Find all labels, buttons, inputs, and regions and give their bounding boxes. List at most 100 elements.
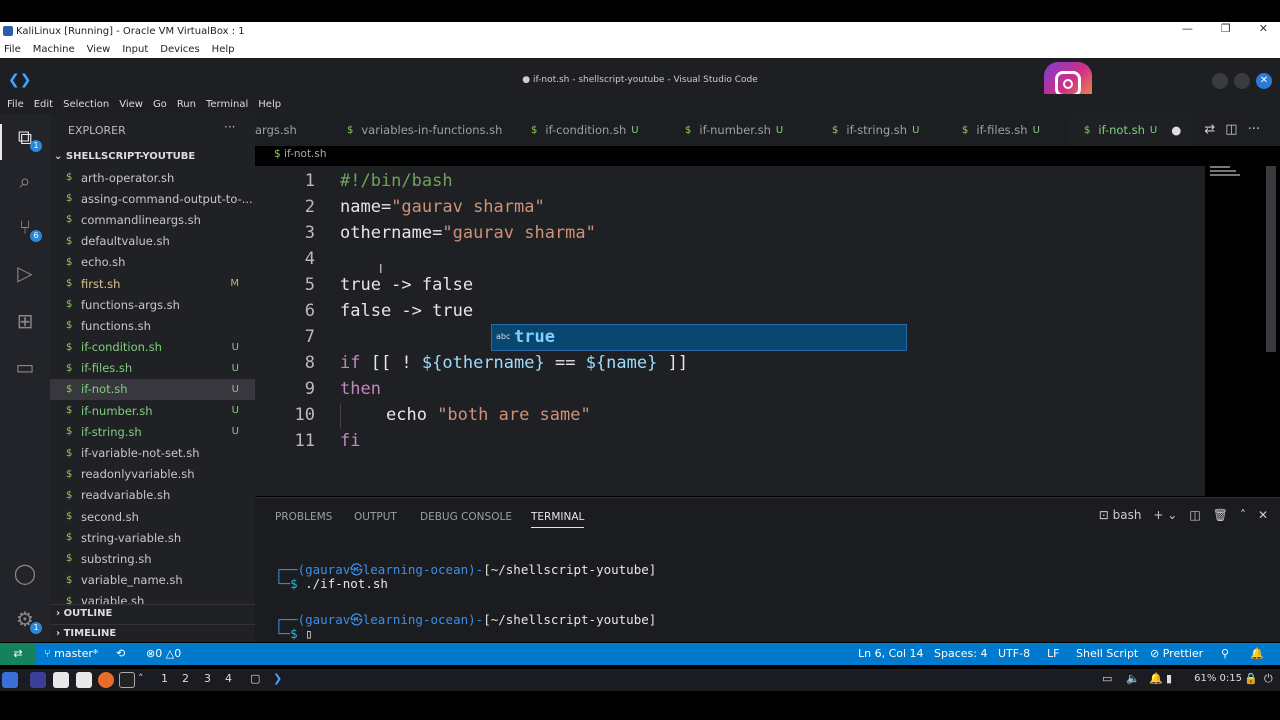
encoding[interactable]: UTF-8 — [998, 647, 1030, 660]
lock-icon[interactable]: 🔒 — [1244, 672, 1258, 685]
file-item[interactable]: $ variable_name.sh — [50, 570, 255, 591]
close-button[interactable]: ✕ — [1259, 22, 1268, 35]
tab-terminal[interactable]: TERMINAL — [531, 511, 585, 528]
extensions-icon[interactable]: ⊞ — [12, 308, 38, 334]
display-icon[interactable]: ▭ — [1102, 672, 1112, 685]
workspace-folder[interactable]: ⌄ SHELLSCRIPT-YOUTUBE — [54, 151, 195, 162]
open-changes-icon[interactable]: ⇄ — [1204, 122, 1215, 137]
language-mode[interactable]: Shell Script — [1076, 647, 1138, 660]
vscode-minimize-button[interactable] — [1212, 73, 1228, 89]
vbox-menu-machine[interactable]: Machine — [33, 44, 75, 55]
file-item[interactable]: $ if-condition.sh U — [50, 337, 255, 358]
account-icon[interactable]: ◯ — [12, 560, 38, 586]
vbox-menu-input[interactable]: Input — [122, 44, 148, 55]
live-share-icon[interactable]: ⚲ — [1221, 647, 1229, 660]
menu-help[interactable]: Help — [258, 99, 281, 110]
notification-icon[interactable]: 🔔 — [1149, 672, 1163, 685]
window-app-icon[interactable]: ▢ — [250, 672, 260, 685]
outline-section[interactable]: › OUTLINE — [50, 604, 255, 622]
menu-view[interactable]: View — [119, 99, 143, 110]
tab-problems[interactable]: PROBLEMS — [275, 511, 332, 523]
timeline-section[interactable]: › TIMELINE — [50, 624, 255, 642]
editor-tab[interactable]: $ if-condition.sh U — [517, 114, 651, 146]
vbox-menu-view[interactable]: View — [87, 44, 111, 55]
remote-indicator-icon[interactable]: ⇄ — [0, 643, 36, 665]
file-item[interactable]: $ substring.sh — [50, 548, 255, 569]
new-terminal-icon[interactable]: + ⌄ — [1153, 508, 1177, 522]
file-item[interactable]: $ first.sh M — [50, 273, 255, 294]
vbox-menu-help[interactable]: Help — [212, 44, 235, 55]
close-panel-icon[interactable]: ✕ — [1258, 508, 1268, 522]
menu-edit[interactable]: Edit — [34, 99, 53, 110]
file-item[interactable]: $ functions-args.sh — [50, 294, 255, 315]
menu-terminal[interactable]: Terminal — [206, 99, 248, 110]
remote-explorer-icon[interactable]: ▭ — [12, 354, 38, 380]
split-terminal-icon[interactable]: ◫ — [1189, 508, 1200, 522]
split-editor-icon[interactable]: ◫ — [1225, 122, 1237, 137]
file-manager-icon[interactable] — [53, 672, 69, 688]
autocomplete-popup[interactable]: abc true — [491, 324, 907, 351]
workspace-app-icon[interactable] — [30, 672, 46, 688]
cursor-position[interactable]: Ln 6, Col 14 — [858, 647, 924, 660]
file-item[interactable]: $ if-not.sh U — [50, 378, 255, 401]
search-icon[interactable]: ⌕ — [12, 168, 38, 194]
minimap[interactable] — [1210, 166, 1250, 186]
file-item[interactable]: $ if-variable-not-set.sh — [50, 442, 255, 463]
text-editor-icon[interactable] — [76, 672, 92, 688]
volume-icon[interactable]: 🔈 — [1126, 672, 1140, 685]
autocomplete-suggestion[interactable]: true — [514, 327, 555, 347]
file-item[interactable]: $ if-string.sh U — [50, 421, 255, 442]
terminal-input-line[interactable]: └─$ ▯ — [275, 626, 313, 641]
file-item[interactable]: $ arth-operator.sh — [50, 167, 255, 188]
prettier-status[interactable]: ⊘ Prettier — [1150, 647, 1203, 660]
menu-go[interactable]: Go — [153, 99, 167, 110]
file-item[interactable]: $ readvariable.sh — [50, 485, 255, 506]
vbox-menu-file[interactable]: File — [4, 44, 21, 55]
vscode-close-button[interactable]: ✕ — [1256, 73, 1272, 89]
menu-run[interactable]: Run — [177, 99, 196, 110]
taskbar-expand-icon[interactable]: ˄ — [138, 672, 144, 685]
workspace-1[interactable]: 1 — [161, 672, 168, 685]
terminal-app-icon[interactable] — [119, 672, 135, 688]
workspace-3[interactable]: 3 — [204, 672, 211, 685]
file-item[interactable]: $ if-number.sh U — [50, 400, 255, 421]
breadcrumb[interactable]: $ if-not.sh — [274, 148, 327, 160]
battery-icon[interactable]: ▮ — [1166, 672, 1172, 685]
editor-tab[interactable]: $ if-number.sh U — [671, 114, 795, 146]
menu-file[interactable]: File — [7, 99, 24, 110]
notifications-bell-icon[interactable]: 🔔 — [1250, 647, 1264, 660]
kill-terminal-icon[interactable]: 🗑 — [1213, 508, 1228, 522]
explorer-icon[interactable]: ⧉ 1 — [12, 124, 42, 152]
file-item[interactable]: $ commandlineargs.sh — [50, 209, 255, 230]
file-item[interactable]: $ defaultvalue.sh — [50, 231, 255, 252]
editor-tab[interactable]: $ if-string.sh U — [818, 114, 931, 146]
file-item[interactable]: $ second.sh — [50, 506, 255, 527]
more-actions-icon[interactable]: ··· — [1248, 122, 1260, 137]
editor-scrollbar[interactable] — [1266, 166, 1276, 352]
problems-indicator[interactable]: ⊗0 △0 — [146, 647, 181, 660]
kali-menu-icon[interactable] — [2, 672, 18, 688]
settings-gear-icon[interactable]: ⚙ 1 — [12, 606, 42, 634]
workspace-2[interactable]: 2 — [182, 672, 189, 685]
file-item[interactable]: $ functions.sh — [50, 315, 255, 336]
file-item[interactable]: $ readonlyvariable.sh — [50, 464, 255, 485]
branch-indicator[interactable]: ⑂ master* — [44, 647, 98, 660]
run-debug-icon[interactable]: ▷ — [12, 260, 38, 286]
end-of-line[interactable]: LF — [1047, 647, 1059, 660]
vbox-menu-devices[interactable]: Devices — [160, 44, 199, 55]
terminal-shell-icon[interactable]: ⊡ bash — [1099, 508, 1142, 522]
menu-selection[interactable]: Selection — [63, 99, 109, 110]
sync-icon[interactable]: ⟲ — [116, 647, 125, 660]
editor-tab[interactable]: $ if-not.sh U ● — [1070, 114, 1194, 146]
firefox-icon[interactable] — [98, 672, 114, 688]
editor-tab[interactable]: args.sh — [255, 114, 314, 146]
editor-tab[interactable]: $ if-files.sh U — [948, 114, 1052, 146]
unsaved-dot-icon[interactable]: ● — [1171, 123, 1181, 137]
indentation[interactable]: Spaces: 4 — [934, 647, 987, 660]
power-icon[interactable]: ⏻ — [1264, 672, 1273, 686]
explorer-more-icon[interactable]: ··· — [224, 120, 235, 134]
tab-debug-console[interactable]: DEBUG CONSOLE — [420, 511, 512, 523]
file-item[interactable]: $ if-files.sh U — [50, 358, 255, 379]
maximize-panel-icon[interactable]: ˄ — [1240, 508, 1246, 522]
file-item[interactable]: $ assing-command-output-to-... — [50, 188, 255, 209]
